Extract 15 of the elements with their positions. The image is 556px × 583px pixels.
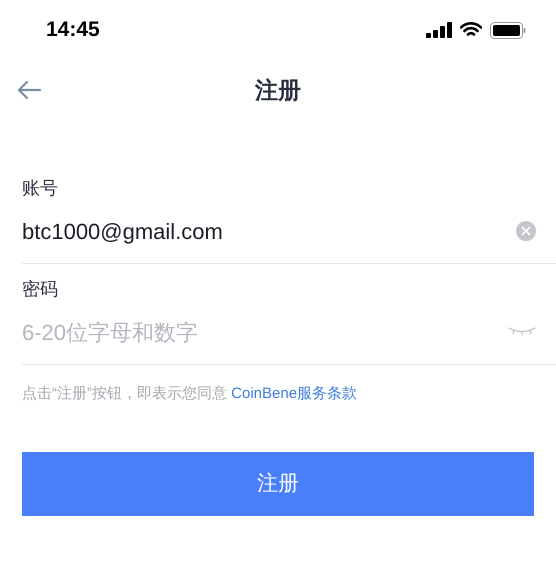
password-field[interactable]: 6-20位字母和数字 [22,316,508,348]
field-label: 密码 [22,278,59,301]
terms-link[interactable]: CoinBene服务条款 [231,385,358,402]
account-field[interactable]: btc1000@gmail.com [22,214,516,248]
signal-icon [426,22,452,38]
register-button[interactable]: 注册 [22,452,534,516]
status-time: 14:45 [46,17,100,44]
back-arrow-icon[interactable] [17,80,41,100]
closed-eye-icon[interactable] [508,326,536,338]
terms-notice: 点击“注册”按钮，即表示您同意 CoinBene服务条款 [22,384,358,404]
wifi-icon [460,22,482,38]
clear-icon[interactable] [516,221,536,241]
page-title: 注册 [255,76,301,105]
battery-icon [490,22,526,38]
field-label: 账号 [22,177,59,200]
